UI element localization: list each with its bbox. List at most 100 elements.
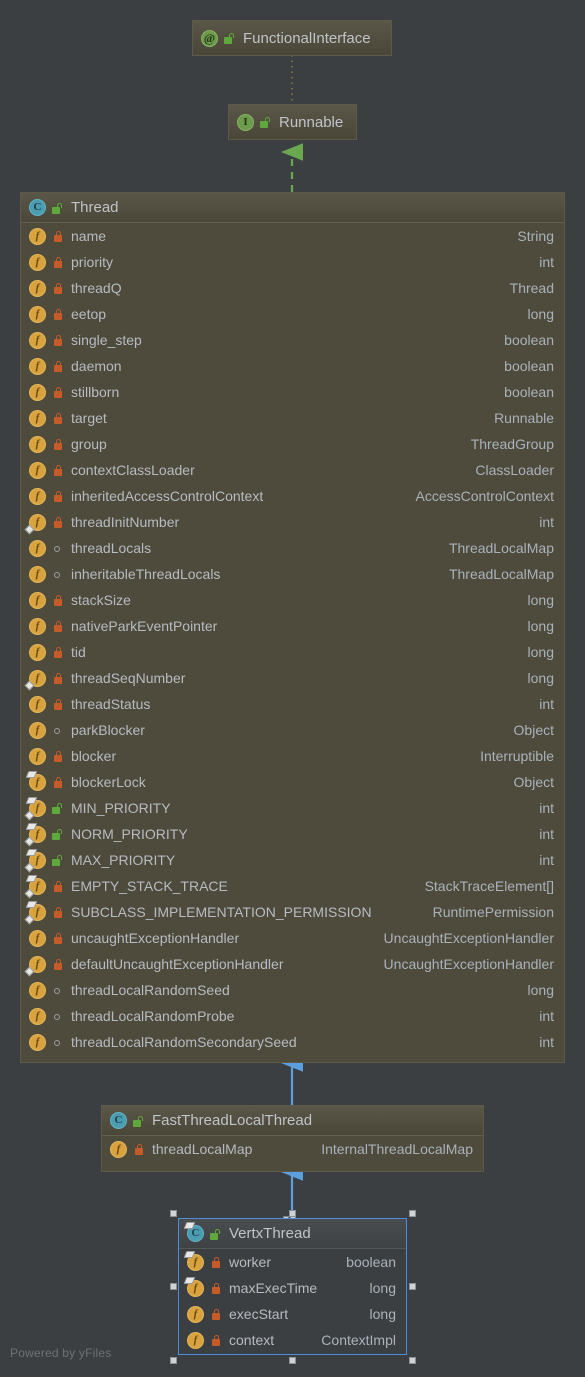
member-type: ClassLoader	[475, 462, 554, 478]
member-row[interactable]: f eetop long	[21, 301, 564, 327]
class-node-runnable[interactable]: I Runnable	[228, 104, 357, 140]
class-node-vertxthread[interactable]: C VertxThread f worker boolean f maxExecTime…	[178, 1218, 407, 1355]
member-row[interactable]: f stackSize long	[21, 587, 564, 613]
member-name: threadLocals	[71, 540, 152, 556]
member-row[interactable]: f threadLocalRandomSecondarySeed int	[21, 1029, 564, 1055]
member-row[interactable]: f NORM_PRIORITY int	[21, 821, 564, 847]
member-type: long	[527, 644, 554, 660]
member-row[interactable]: f contextClassLoader ClassLoader	[21, 457, 564, 483]
member-name: threadStatus	[71, 696, 151, 712]
member-row[interactable]: f threadStatus int	[21, 691, 564, 717]
member-row[interactable]: f uncaughtExceptionHandler UncaughtExcepti…	[21, 925, 564, 951]
member-type: boolean	[346, 1254, 396, 1270]
member-row[interactable]: f single_step boolean	[21, 327, 564, 353]
private-lock-icon	[52, 515, 64, 529]
class-icon: C	[29, 199, 46, 216]
field-icon: f	[25, 770, 46, 791]
class-node-functionalinterface[interactable]: @ FunctionalInterface	[192, 20, 392, 56]
private-lock-icon	[52, 905, 64, 919]
member-row[interactable]: f threadLocalRandomSeed long	[21, 977, 564, 1003]
member-row[interactable]: f threadLocalRandomProbe int	[21, 1003, 564, 1029]
private-lock-icon	[52, 463, 64, 477]
selection-handle-nw[interactable]	[170, 1210, 177, 1217]
member-row[interactable]: f inheritableThreadLocals ThreadLocalMap	[21, 561, 564, 587]
private-lock-icon	[210, 1255, 222, 1269]
member-row[interactable]: f blocker Interruptible	[21, 743, 564, 769]
private-lock-icon	[52, 749, 64, 763]
selection-handle-n[interactable]	[289, 1210, 296, 1217]
class-node-fastthreadlocalthread[interactable]: C FastThreadLocalThread f threadLocalMap I…	[101, 1105, 484, 1172]
member-row[interactable]: f maxExecTime long	[179, 1275, 406, 1301]
member-row[interactable]: f daemon boolean	[21, 353, 564, 379]
private-lock-icon	[52, 411, 64, 425]
member-type: boolean	[504, 384, 554, 400]
field-icon: f	[29, 643, 46, 661]
member-name: SUBCLASS_IMPLEMENTATION_PERMISSION	[71, 904, 372, 920]
private-lock-icon	[52, 229, 64, 243]
selection-handle-s[interactable]	[289, 1357, 296, 1364]
selection-handle-se[interactable]	[409, 1357, 416, 1364]
member-name: priority	[71, 254, 114, 270]
field-icon: f	[29, 747, 46, 765]
selection-handle-e[interactable]	[409, 1283, 416, 1290]
selection-handle-ne[interactable]	[409, 1210, 416, 1217]
private-lock-icon	[52, 359, 64, 373]
field-icon: f	[29, 331, 46, 349]
member-type: ContextImpl	[321, 1332, 396, 1348]
field-icon: f	[29, 721, 46, 739]
member-row[interactable]: f blockerLock Object	[21, 769, 564, 795]
member-list: f worker boolean f maxExecTime long f execStart…	[179, 1249, 406, 1353]
field-icon: f	[24, 955, 46, 976]
member-row[interactable]: f priority int	[21, 249, 564, 275]
member-row[interactable]: f stillborn boolean	[21, 379, 564, 405]
selection-handle-sw[interactable]	[170, 1357, 177, 1364]
field-icon: f	[24, 874, 46, 898]
field-icon: f	[29, 591, 46, 609]
field-icon: f	[29, 617, 46, 635]
package-private-icon	[52, 1035, 64, 1049]
private-lock-icon	[52, 333, 64, 347]
member-row[interactable]: f execStart long	[179, 1301, 406, 1327]
member-row[interactable]: f worker boolean	[179, 1249, 406, 1275]
member-type: long	[527, 982, 554, 998]
member-name: threadLocalRandomProbe	[71, 1008, 235, 1024]
node-header: C FastThreadLocalThread	[102, 1106, 483, 1136]
member-row[interactable]: f threadLocalMap InternalThreadLocalMap	[102, 1136, 483, 1162]
member-row[interactable]: f target Runnable	[21, 405, 564, 431]
member-row[interactable]: f name String	[21, 223, 564, 249]
member-row[interactable]: f SUBCLASS_IMPLEMENTATION_PERMISSION Runti…	[21, 899, 564, 925]
member-row[interactable]: f group ThreadGroup	[21, 431, 564, 457]
yfiles-watermark: Powered by yFiles	[10, 1346, 112, 1360]
member-name: context	[229, 1332, 275, 1348]
member-row[interactable]: f threadInitNumber int	[21, 509, 564, 535]
private-lock-icon	[210, 1333, 222, 1347]
member-row[interactable]: f EMPTY_STACK_TRACE StackTraceElement[]	[21, 873, 564, 899]
member-name: threadLocalMap	[152, 1141, 253, 1157]
member-row[interactable]: f nativeParkEventPointer long	[21, 613, 564, 639]
class-node-thread[interactable]: C Thread f name String f priority int f threadQ…	[20, 192, 565, 1063]
field-icon: f	[29, 357, 46, 375]
field-icon: f	[24, 796, 46, 820]
private-lock-icon	[210, 1307, 222, 1321]
member-row[interactable]: f threadQ Thread	[21, 275, 564, 301]
selection-handle-w[interactable]	[170, 1283, 177, 1290]
member-type: int	[539, 852, 554, 868]
member-list: f threadLocalMap InternalThreadLocalMap	[102, 1136, 483, 1162]
public-unlock-icon	[52, 801, 64, 815]
member-row[interactable]: f inheritedAccessControlContext AccessCont…	[21, 483, 564, 509]
member-row[interactable]: f threadSeqNumber long	[21, 665, 564, 691]
field-icon: f	[29, 227, 46, 245]
member-row[interactable]: f MAX_PRIORITY int	[21, 847, 564, 873]
member-row[interactable]: f threadLocals ThreadLocalMap	[21, 535, 564, 561]
field-icon: f	[110, 1140, 127, 1158]
field-icon: f	[29, 253, 46, 271]
member-row[interactable]: f defaultUncaughtExceptionHandler Uncaught…	[21, 951, 564, 977]
member-row[interactable]: f MIN_PRIORITY int	[21, 795, 564, 821]
private-lock-icon	[52, 593, 64, 607]
member-type: boolean	[504, 332, 554, 348]
member-row[interactable]: f context ContextImpl	[179, 1327, 406, 1353]
member-row[interactable]: f parkBlocker Object	[21, 717, 564, 743]
public-unlock-icon	[52, 827, 64, 841]
member-row[interactable]: f tid long	[21, 639, 564, 665]
member-name: worker	[229, 1254, 272, 1270]
